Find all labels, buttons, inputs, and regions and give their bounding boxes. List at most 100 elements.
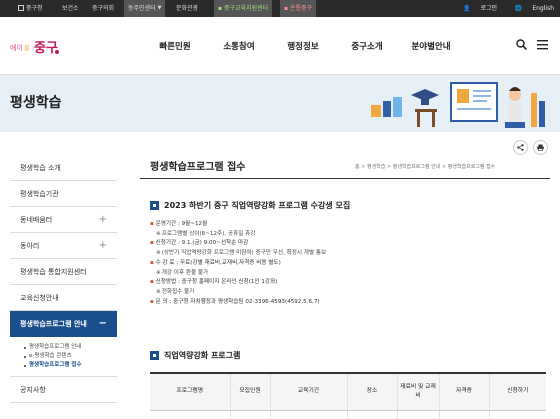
submenu-e-learning[interactable]: e-평생학습 콘텐츠 — [24, 352, 117, 361]
banner-title: 평생학습 — [10, 95, 62, 111]
detail-period: 운영기간 : 9월~12월 — [150, 220, 540, 230]
sidebar-item-label: 동네배움터 — [20, 216, 53, 224]
detail-method: 신청방법 : 중구청 홈페이지 온라인 신청(1인 1강좌) — [150, 278, 540, 288]
column-header: 재료비 및 교재비 — [397, 374, 440, 411]
svg-text:블: 블 — [24, 45, 30, 52]
login-label: 로그인 — [480, 5, 497, 12]
search-icon[interactable] — [516, 39, 527, 50]
sidebar-item-label: 평생학습기관 — [20, 190, 59, 198]
detail-contact: 문 의 : 중구청 자치행정과 평생학습팀 02-3396-4593(4592,… — [150, 298, 540, 308]
column-header: 신청하기 — [489, 374, 546, 411]
sidebar-item-clubs[interactable]: 동아리 + — [10, 233, 117, 259]
sidebar-item-institutions[interactable]: 평생학습기관 — [10, 181, 117, 207]
topnav-label: 중구청 — [26, 5, 43, 12]
login-link[interactable]: 👤 로그인 — [455, 5, 497, 12]
sidebar-item-neighborhood[interactable]: 동네배움터 + — [10, 207, 117, 233]
english-link[interactable]: 🌐 English — [507, 5, 554, 12]
table-cell — [439, 410, 490, 419]
minus-icon: − — [98, 318, 107, 329]
topnav-ontong-junggu[interactable]: ▪ 온통중구 — [280, 0, 317, 17]
sidebar-item-label: 평생학습프로그램 안내 — [20, 320, 87, 328]
notice-heading-text: 2023 하반기 중구 직업역량강화 프로그램 수강생 모집 — [164, 201, 351, 210]
chevron-down-icon: ▼ — [157, 5, 162, 11]
print-icon — [537, 144, 544, 151]
table-cell — [230, 410, 271, 419]
topnav-label: 중구교육지원센터 — [223, 5, 269, 12]
column-header: 자격증 — [439, 374, 490, 411]
svg-text:에이: 에이 — [10, 43, 23, 52]
menu-icon[interactable] — [537, 39, 548, 50]
program-table: 프로그램명 모집인원 교육기간 장소 재료비 및 교재비 자격증 신청하기 — [150, 372, 546, 419]
submenu-program-application[interactable]: 평생학습프로그램 접수 — [24, 361, 117, 370]
detail-application-period: 신청기간 : 9.1.(금) 9:00~선착순 마감 — [150, 239, 540, 249]
sidebar-item-label: 동아리 — [20, 242, 40, 250]
detail-period-note: 프로그램별 상이(8~12주), 공휴일 휴강 — [150, 230, 540, 240]
detail-method-note: 전화접수 불가 — [150, 288, 540, 298]
education-illustration — [371, 82, 545, 128]
sidebar-item-intro[interactable]: 평생학습 소개 — [10, 155, 117, 181]
notice-heading: 2023 하반기 중구 직업역량강화 프로그램 수강생 모집 — [150, 200, 350, 211]
gnb-about-junggu[interactable]: 중구소개 — [335, 40, 399, 52]
detail-application-note: (상반기 직업역량강화 프로그램 미참여) 중구민 우선, 확정시 개별 통보 — [150, 249, 540, 259]
share-button[interactable] — [513, 140, 528, 155]
gnb-communication[interactable]: 소통참여 — [207, 40, 271, 52]
title-divider — [140, 178, 550, 179]
topnav-label: 동주민센터 — [128, 5, 156, 12]
heading-bullet-icon — [150, 351, 159, 360]
table-header-row: 프로그램명 모집인원 교육기간 장소 재료비 및 교재비 자격증 신청하기 — [150, 374, 546, 411]
svg-text:중구: 중구 — [34, 41, 58, 56]
print-button[interactable] — [533, 140, 548, 155]
table-cell — [489, 410, 546, 419]
topnav-education-center[interactable]: ▪ 중구교육지원센터 — [214, 0, 273, 17]
junggu-logo[interactable]: 에이 블 중구 — [10, 35, 60, 57]
table-row — [150, 410, 546, 419]
topnav-community-center[interactable]: 동주민센터 ▼ — [124, 0, 166, 17]
plus-icon: + — [98, 240, 107, 251]
page-tools — [513, 140, 548, 155]
site-header: 에이 블 중구 빠른민원 소통참여 행정정보 중구소개 분야별안내 — [0, 17, 560, 75]
heading-bullet-icon — [150, 201, 159, 210]
sidebar-item-application-guide[interactable]: 교육신청안내 — [10, 285, 117, 311]
sidebar-item-label: 교육신청안내 — [20, 294, 59, 302]
topnav-culture-tourism[interactable]: 문화관광 — [172, 0, 202, 17]
sidebar-submenu: 평생학습프로그램 안내 e-평생학습 콘텐츠 평생학습프로그램 접수 — [10, 337, 117, 377]
breadcrumb[interactable]: 홈 > 평생학습 > 평생학습프로그램 안내 > 평생학습프로그램 접수 — [355, 163, 495, 170]
sidebar-item-label: 평생학습 소개 — [20, 164, 61, 172]
english-label: English — [532, 5, 554, 12]
plus-icon: + — [98, 214, 107, 225]
column-header: 모집인원 — [230, 374, 271, 411]
main-navigation: 빠른민원 소통참여 행정정보 중구소개 분야별안내 — [143, 17, 463, 75]
column-header: 장소 — [347, 374, 398, 411]
globe-icon: 🌐 — [514, 5, 523, 12]
column-header: 교육기간 — [270, 374, 348, 411]
sidebar-item-support-center[interactable]: 평생학습 통합지원센터 — [10, 259, 117, 285]
share-icon — [517, 144, 524, 151]
sidebar-item-program-guide[interactable]: 평생학습프로그램 안내 − — [10, 311, 117, 337]
topnav-council[interactable]: 중구의회 — [88, 0, 118, 17]
topnav-junggu-office[interactable]: 중구청 — [14, 0, 47, 17]
topnav-health-center[interactable]: 보건소 — [58, 0, 83, 17]
topnav-label: 온통중구 — [289, 5, 313, 12]
gnb-field-guide[interactable]: 분야별안내 — [399, 40, 463, 52]
table-cell — [347, 410, 398, 419]
table-cell — [270, 410, 348, 419]
page-title: 평생학습프로그램 접수 — [150, 162, 246, 173]
table-cell — [397, 410, 440, 419]
user-icon: 👤 — [463, 5, 471, 12]
gnb-admin-info[interactable]: 행정정보 — [271, 40, 335, 52]
submenu-program-guide[interactable]: 평생학습프로그램 안내 — [24, 343, 117, 352]
gnb-quick-civil[interactable]: 빠른민원 — [143, 40, 207, 52]
program-heading: 직업역량강화 프로그램 — [150, 350, 240, 361]
detail-fee-note: 개강 이후 환불 불가 — [150, 269, 540, 279]
sidebar: 평생학습 소개 평생학습기관 동네배움터 + 동아리 + 평생학습 통합지원센터 교… — [10, 155, 117, 403]
page-banner: 평생학습 — [0, 75, 560, 132]
column-header: 프로그램명 — [150, 374, 231, 411]
top-utility-bar: 중구청 보건소 중구의회 동주민센터 ▼ 문화관광 ▪ 중구교육지원센터 ▪ 온통… — [0, 0, 560, 17]
home-icon — [18, 5, 24, 11]
notice-details: 운영기간 : 9월~12월 프로그램별 상이(8~12주), 공휴일 휴강 신청… — [150, 220, 540, 307]
sidebar-item-label: 공지사항 — [20, 386, 46, 394]
detail-fee: 수 강 료 : 무료(강별 재료비,교재비,자격증 비용 별도) — [150, 259, 540, 269]
program-heading-text: 직업역량강화 프로그램 — [164, 351, 241, 360]
table-cell — [150, 410, 231, 419]
sidebar-item-notices[interactable]: 공지사항 — [10, 377, 117, 403]
